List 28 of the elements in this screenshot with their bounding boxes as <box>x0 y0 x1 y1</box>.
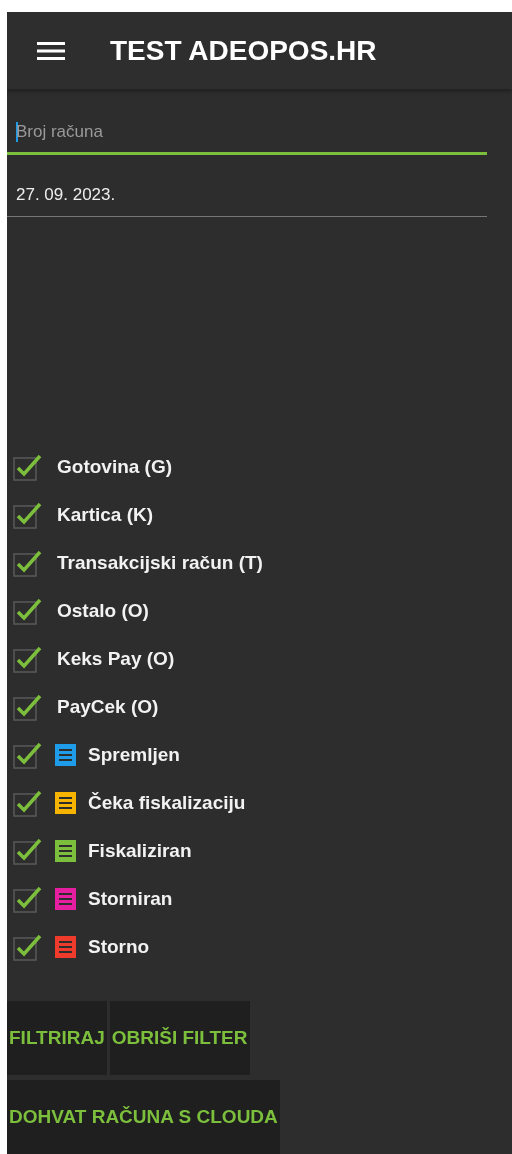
app-title: TEST ADEOPOS.HR <box>110 34 377 67</box>
status-label: Čeka fiskalizaciju <box>88 792 246 814</box>
menu-icon[interactable] <box>37 40 65 61</box>
checked-checkbox[interactable] <box>13 549 43 577</box>
action-button[interactable]: DOHVAT RAČUNA S CLOUDA <box>7 1080 280 1154</box>
status-label: Fiskaliziran <box>88 840 192 862</box>
checked-checkbox[interactable] <box>13 741 43 769</box>
payment-type-label: Keks Pay (O) <box>57 648 175 670</box>
checked-checkbox[interactable] <box>13 789 43 817</box>
checked-checkbox[interactable] <box>13 645 43 673</box>
checked-checkbox[interactable] <box>13 933 43 961</box>
payment-type-label: Ostalo (O) <box>57 600 149 622</box>
action-button[interactable]: FILTRIRAJ <box>7 1001 107 1075</box>
action-button[interactable]: OBRIŠI FILTER <box>109 1001 250 1075</box>
payment-type-label: PayCek (O) <box>57 696 159 718</box>
checked-checkbox[interactable] <box>13 501 43 529</box>
payment-type-label: Kartica (K) <box>57 504 154 526</box>
status-label: Storno <box>88 936 150 958</box>
status-label: Spremljen <box>88 744 180 766</box>
status-label: Storniran <box>88 888 173 910</box>
checked-checkbox[interactable] <box>13 885 43 913</box>
checked-checkbox[interactable] <box>13 453 43 481</box>
payment-type-label: Gotovina (G) <box>57 456 173 478</box>
checked-checkbox[interactable] <box>13 837 43 865</box>
payment-type-label: Transakcijski račun (T) <box>57 552 263 574</box>
date-field[interactable]: 27. 09. 2023. <box>7 173 487 217</box>
checked-checkbox[interactable] <box>13 693 43 721</box>
checked-checkbox[interactable] <box>13 597 43 625</box>
